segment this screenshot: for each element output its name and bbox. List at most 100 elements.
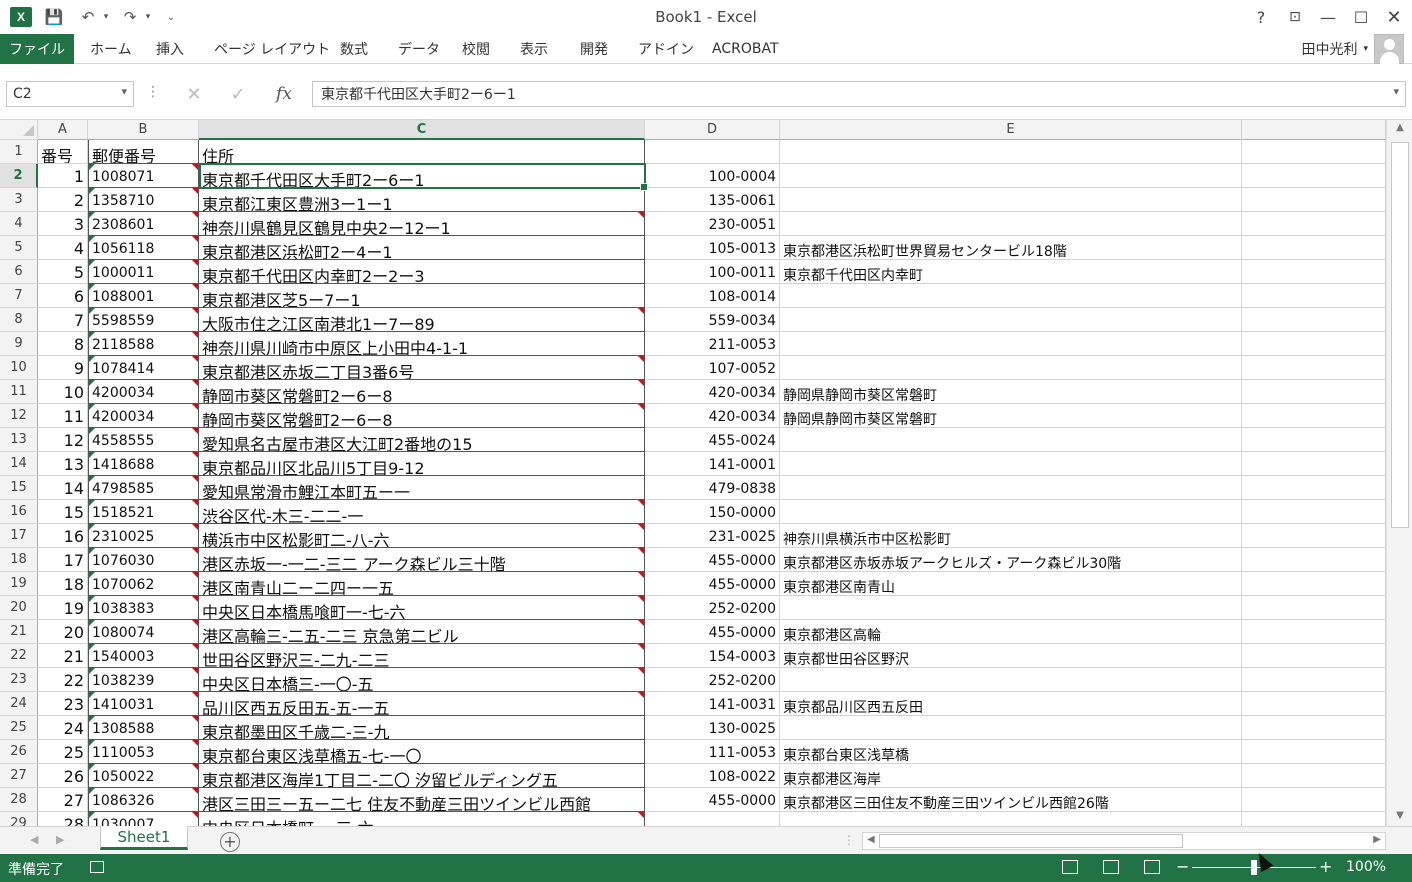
cell-c27[interactable]: 東京都港区海岸1丁目二-二〇 汐留ビルディング五 bbox=[199, 764, 645, 788]
tab-file[interactable]: ファイル bbox=[0, 34, 74, 64]
cell-f24[interactable] bbox=[1242, 692, 1386, 716]
cell-c26[interactable]: 東京都台東区浅草橋五-七-一〇 bbox=[199, 740, 645, 764]
tab-page-layout[interactable]: ページ レイアウト bbox=[214, 34, 330, 64]
tab-addins[interactable]: アドイン bbox=[638, 34, 694, 64]
tab-insert[interactable]: 挿入 bbox=[156, 34, 184, 64]
cell-c10[interactable]: 東京都港区赤坂二丁目3番6号 bbox=[199, 356, 645, 380]
scroll-up-icon[interactable]: ▲ bbox=[1391, 122, 1409, 136]
cell-f4[interactable] bbox=[1242, 212, 1386, 236]
cell-c17[interactable]: 横浜市中区松影町二-八-六 bbox=[199, 524, 645, 548]
cell-a19[interactable]: 18 bbox=[38, 572, 88, 596]
column-header-d[interactable]: D bbox=[645, 120, 780, 140]
row-header[interactable]: 13 bbox=[0, 428, 38, 452]
cell-b26[interactable]: 1110053 bbox=[88, 740, 199, 764]
cell-e13[interactable] bbox=[780, 428, 1242, 452]
avatar[interactable] bbox=[1374, 34, 1404, 64]
cell-f18[interactable] bbox=[1242, 548, 1386, 572]
cell-d18[interactable]: 455-0000 bbox=[645, 548, 780, 572]
redo-icon[interactable]: ↷ bbox=[118, 6, 142, 28]
name-box[interactable]: C2 ▾ bbox=[6, 81, 134, 107]
minimize-icon[interactable]: — bbox=[1313, 4, 1343, 30]
cell-f19[interactable] bbox=[1242, 572, 1386, 596]
cell-a12[interactable]: 11 bbox=[38, 404, 88, 428]
cell-e5[interactable]: 東京都港区浜松町世界貿易センタービル18階 bbox=[780, 236, 1242, 260]
row-header[interactable]: 15 bbox=[0, 476, 38, 500]
undo-icon[interactable]: ↶ bbox=[76, 6, 100, 28]
tab-data[interactable]: データ bbox=[398, 34, 440, 64]
cell-e22[interactable]: 東京都世田谷区野沢 bbox=[780, 644, 1242, 668]
ribbon-display-icon[interactable]: ⊡ bbox=[1280, 4, 1310, 30]
cell-c23[interactable]: 中央区日本橋三-一〇-五 bbox=[199, 668, 645, 692]
cell-b14[interactable]: 1418688 bbox=[88, 452, 199, 476]
cell-d6[interactable]: 100-0011 bbox=[645, 260, 780, 284]
cell-f25[interactable] bbox=[1242, 716, 1386, 740]
cell-a10[interactable]: 9 bbox=[38, 356, 88, 380]
cell-a5[interactable]: 4 bbox=[38, 236, 88, 260]
cell-c18[interactable]: 港区赤坂一-一二-三二 アーク森ビル三十階 bbox=[199, 548, 645, 572]
row-header[interactable]: 1 bbox=[0, 140, 38, 164]
row-header[interactable]: 7 bbox=[0, 284, 38, 308]
cell-c28[interactable]: 港区三田三ー五ー二七 住友不動産三田ツインビル西館 bbox=[199, 788, 645, 812]
cell-f9[interactable] bbox=[1242, 332, 1386, 356]
cell-a4[interactable]: 3 bbox=[38, 212, 88, 236]
cell-e19[interactable]: 東京都港区南青山 bbox=[780, 572, 1242, 596]
row-header[interactable]: 29 bbox=[0, 812, 38, 826]
cell-a8[interactable]: 7 bbox=[38, 308, 88, 332]
cell-e23[interactable] bbox=[780, 668, 1242, 692]
cell-b9[interactable]: 2118588 bbox=[88, 332, 199, 356]
cell-d24[interactable]: 141-0031 bbox=[645, 692, 780, 716]
cell-b8[interactable]: 5598559 bbox=[88, 308, 199, 332]
row-header[interactable]: 27 bbox=[0, 764, 38, 788]
cell-d12[interactable]: 420-0034 bbox=[645, 404, 780, 428]
cell-a6[interactable]: 5 bbox=[38, 260, 88, 284]
cell-c14[interactable]: 東京都品川区北品川5丁目9-12 bbox=[199, 452, 645, 476]
cell-c6[interactable]: 東京都千代田区内幸町2ー2ー3 bbox=[199, 260, 645, 284]
cell-d26[interactable]: 111-0053 bbox=[645, 740, 780, 764]
cell-f8[interactable] bbox=[1242, 308, 1386, 332]
cell-e29[interactable] bbox=[780, 812, 1242, 826]
cell-d4[interactable]: 230-0051 bbox=[645, 212, 780, 236]
formula-input[interactable]: 東京都千代田区大手町2ー6ー1 ▾ bbox=[312, 81, 1406, 107]
row-header[interactable]: 11 bbox=[0, 380, 38, 404]
macro-record-icon[interactable] bbox=[90, 861, 104, 873]
cell-a25[interactable]: 24 bbox=[38, 716, 88, 740]
cell-b29[interactable]: 1030007 bbox=[88, 812, 199, 826]
cell-e8[interactable] bbox=[780, 308, 1242, 332]
cell-d2[interactable]: 100-0004 bbox=[645, 164, 780, 188]
tab-home[interactable]: ホーム bbox=[90, 34, 132, 64]
cell-e3[interactable] bbox=[780, 188, 1242, 212]
cell-b1[interactable]: 郵便番号 bbox=[88, 140, 199, 164]
cell-b2[interactable]: 1008071 bbox=[88, 164, 199, 188]
vertical-scroll-thumb[interactable] bbox=[1391, 142, 1409, 528]
cell-a22[interactable]: 21 bbox=[38, 644, 88, 668]
cell-b3[interactable]: 1358710 bbox=[88, 188, 199, 212]
row-header[interactable]: 20 bbox=[0, 596, 38, 620]
expand-formula-bar-icon[interactable]: ▾ bbox=[1393, 85, 1399, 98]
row-header[interactable]: 14 bbox=[0, 452, 38, 476]
scroll-right-icon[interactable]: ▶ bbox=[1373, 834, 1381, 845]
cell-f20[interactable] bbox=[1242, 596, 1386, 620]
row-header[interactable]: 19 bbox=[0, 572, 38, 596]
row-header[interactable]: 24 bbox=[0, 692, 38, 716]
row-header[interactable]: 10 bbox=[0, 356, 38, 380]
cell-d19[interactable]: 455-0000 bbox=[645, 572, 780, 596]
cell-e4[interactable] bbox=[780, 212, 1242, 236]
cell-e15[interactable] bbox=[780, 476, 1242, 500]
cell-e12[interactable]: 静岡県静岡市葵区常磐町 bbox=[780, 404, 1242, 428]
cell-f5[interactable] bbox=[1242, 236, 1386, 260]
cell-c20[interactable]: 中央区日本橋馬喰町一-七-六 bbox=[199, 596, 645, 620]
cell-f22[interactable] bbox=[1242, 644, 1386, 668]
cell-d5[interactable]: 105-0013 bbox=[645, 236, 780, 260]
cell-f21[interactable] bbox=[1242, 620, 1386, 644]
cell-f3[interactable] bbox=[1242, 188, 1386, 212]
cell-b17[interactable]: 2310025 bbox=[88, 524, 199, 548]
cell-e9[interactable] bbox=[780, 332, 1242, 356]
vertical-scrollbar[interactable]: ▲ ▼ bbox=[1386, 120, 1412, 826]
zoom-level[interactable]: 100% bbox=[1346, 859, 1386, 875]
cell-b18[interactable]: 1076030 bbox=[88, 548, 199, 572]
cell-b12[interactable]: 4200034 bbox=[88, 404, 199, 428]
cell-e20[interactable] bbox=[780, 596, 1242, 620]
cell-d14[interactable]: 141-0001 bbox=[645, 452, 780, 476]
cell-c8[interactable]: 大阪市住之江区南港北1ー7ー89 bbox=[199, 308, 645, 332]
row-header[interactable]: 9 bbox=[0, 332, 38, 356]
